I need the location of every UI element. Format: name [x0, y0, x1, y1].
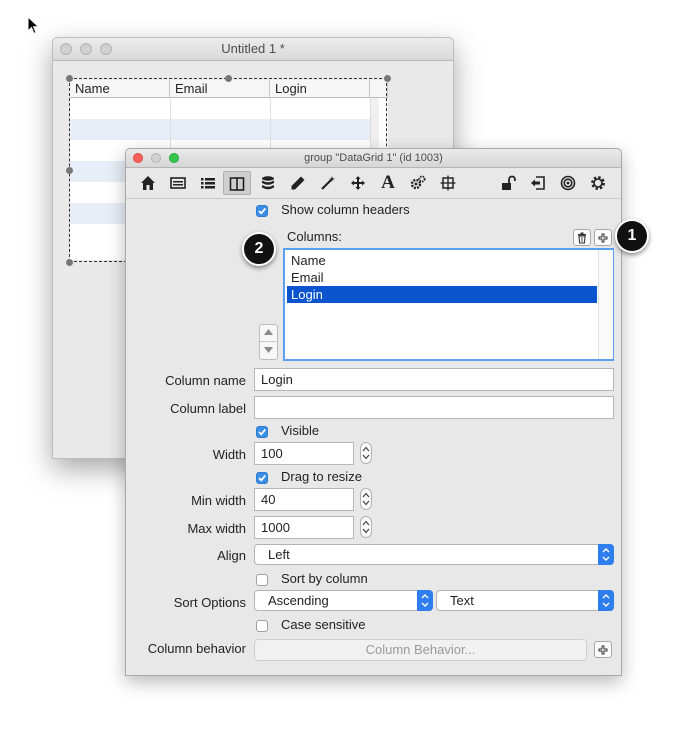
resize-icon[interactable]	[434, 171, 462, 195]
inspector-title: group "DataGrid 1" (id 1003)	[304, 152, 443, 164]
export-icon[interactable]	[524, 171, 552, 195]
target-icon[interactable]	[554, 171, 582, 195]
visible-checkbox[interactable]	[256, 426, 268, 438]
text-icon[interactable]: A	[374, 171, 402, 195]
column-name-field[interactable]: Login	[254, 368, 614, 391]
column-name-label: Column name	[165, 373, 246, 388]
align-value: Left	[268, 547, 290, 562]
database-icon[interactable]	[254, 171, 282, 195]
drag-to-resize-label: Drag to resize	[281, 469, 362, 484]
document-titlebar: Untitled 1 *	[53, 38, 453, 61]
min-width-label: Min width	[191, 493, 246, 508]
list-item-selected[interactable]: Login	[287, 286, 597, 303]
width-field[interactable]: 100	[254, 442, 354, 465]
callout-badge-2: 2	[242, 232, 276, 266]
card-icon[interactable]	[164, 171, 192, 195]
move-icon[interactable]	[344, 171, 372, 195]
sort-options-label: Sort Options	[173, 595, 246, 610]
list-icon[interactable]	[194, 171, 222, 195]
popup-chevron-icon	[598, 590, 614, 611]
width-stepper[interactable]	[360, 442, 372, 464]
popup-chevron-icon	[598, 544, 614, 565]
column-label-field[interactable]	[254, 396, 614, 419]
add-behavior-button[interactable]	[594, 641, 612, 658]
visible-label: Visible	[281, 423, 320, 438]
trash-icon	[578, 232, 586, 244]
columns-label: Columns:	[287, 229, 342, 244]
min-width-field[interactable]: 40	[254, 488, 354, 511]
width-label: Width	[212, 447, 246, 462]
column-behavior-button[interactable]: Column Behavior...	[254, 639, 587, 661]
callout-badge-1: 1	[615, 219, 649, 253]
resize-handle[interactable]	[225, 75, 232, 82]
align-popup[interactable]: Left	[254, 544, 614, 565]
pencil-icon[interactable]	[284, 171, 312, 195]
move-down-icon[interactable]	[263, 346, 274, 354]
stepper-arrows-icon	[362, 520, 370, 534]
sort-by-column-label: Sort by column	[281, 571, 368, 586]
resize-handle[interactable]	[66, 75, 73, 82]
list-item[interactable]: Name	[287, 252, 597, 269]
plus-icon	[598, 233, 608, 243]
sort-type-value: Text	[450, 593, 474, 608]
resize-handle[interactable]	[66, 259, 73, 266]
home-icon[interactable]	[134, 171, 162, 195]
list-scrollbar[interactable]	[598, 250, 613, 359]
list-item[interactable]: Email	[287, 269, 597, 286]
columns-icon[interactable]	[223, 171, 251, 195]
column-label-label: Column label	[170, 401, 246, 416]
plus-icon	[598, 645, 608, 655]
drag-to-resize-checkbox[interactable]	[256, 472, 268, 484]
min-width-stepper[interactable]	[360, 488, 372, 510]
delete-column-button[interactable]	[573, 229, 591, 246]
property-inspector-window: group "DataGrid 1" (id 1003) A Show colu…	[125, 148, 622, 676]
magic-wand-icon[interactable]	[314, 171, 342, 195]
sort-type-popup[interactable]: Text	[436, 590, 614, 611]
document-title: Untitled 1 *	[221, 41, 285, 56]
mouse-cursor-icon	[27, 16, 40, 35]
max-width-label: Max width	[187, 521, 246, 536]
show-column-headers-label: Show column headers	[281, 202, 410, 217]
inspector-toolbar: A	[126, 168, 621, 199]
stepper-arrows-icon	[362, 492, 370, 506]
popup-chevron-icon	[417, 590, 433, 611]
columns-list[interactable]: Name Email Login	[283, 248, 614, 361]
add-column-button[interactable]	[594, 229, 612, 246]
resize-handle[interactable]	[384, 75, 391, 82]
case-sensitive-checkbox[interactable]	[256, 620, 268, 632]
gears-icon[interactable]	[404, 171, 432, 195]
sort-order-value: Ascending	[268, 593, 329, 608]
sort-by-column-checkbox[interactable]	[256, 574, 268, 586]
max-width-stepper[interactable]	[360, 516, 372, 538]
column-behavior-label: Column behavior	[147, 641, 246, 656]
unlock-icon[interactable]	[494, 171, 522, 195]
move-up-icon[interactable]	[263, 328, 274, 336]
resize-handle[interactable]	[66, 167, 73, 174]
gear-icon[interactable]	[584, 171, 612, 195]
show-column-headers-checkbox[interactable]	[256, 205, 268, 217]
max-width-field[interactable]: 1000	[254, 516, 354, 539]
case-sensitive-label: Case sensitive	[281, 617, 366, 632]
reorder-stepper	[259, 324, 278, 360]
sort-order-popup[interactable]: Ascending	[254, 590, 433, 611]
inspector-titlebar: group "DataGrid 1" (id 1003)	[126, 149, 621, 168]
stepper-arrows-icon	[362, 446, 370, 460]
align-label: Align	[217, 548, 246, 563]
